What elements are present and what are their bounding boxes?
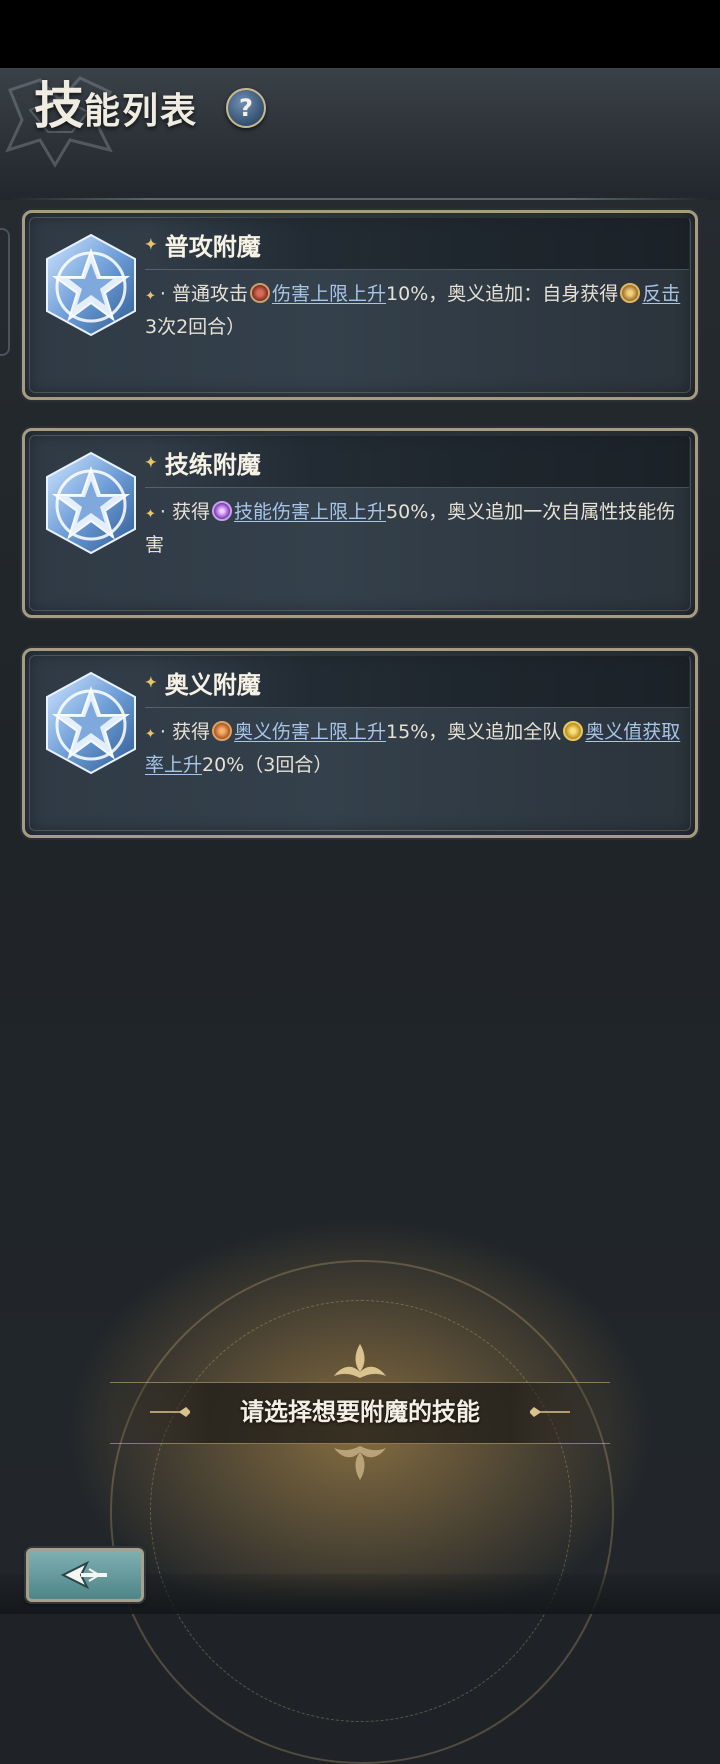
- counter-icon: [620, 283, 641, 303]
- status-bar: [0, 0, 720, 68]
- help-button[interactable]: ?: [226, 88, 266, 128]
- page-title: 技 能列表: [34, 74, 198, 134]
- page-title-first: 技: [34, 76, 84, 135]
- skill-title: ✦ 奥义附魔: [145, 665, 261, 700]
- sparkle-icon: ✦: [145, 454, 157, 471]
- fleur-ornament-icon: [334, 1344, 386, 1378]
- desc-text: 3次2回合）: [145, 316, 246, 338]
- skill-card-skill-training[interactable]: ✦ 技练附魔 ✦ · 获得 技能伤害上限上升50%，奥义追加一次自属性技能伤害: [22, 428, 698, 618]
- skill-description: ✦ · 普通攻击 伤害上限上升10%，奥义追加：自身获得 反击 3次2回合）: [145, 279, 681, 342]
- sparkle-icon: ✦: [145, 289, 156, 304]
- skill-damage-icon: [212, 501, 232, 521]
- desc-text: 15%，奥义追加全队: [386, 721, 562, 743]
- sparkle-icon: ✦: [145, 507, 156, 522]
- sparkle-icon: ✦: [145, 727, 156, 742]
- back-arrow-icon: [60, 1560, 107, 1590]
- star-crest-icon: [46, 451, 136, 555]
- skill-title: ✦ 技练附魔: [145, 445, 261, 480]
- skill-card-normal-attack[interactable]: ✦ 普攻附魔 ✦ · 普通攻击 伤害上限上升10%，奥义追加：自身获得 反击3次2回合…: [22, 210, 698, 400]
- skill-name: 奥义附魔: [164, 670, 261, 699]
- keyword-link[interactable]: 反击: [642, 283, 680, 305]
- keyword-link[interactable]: 伤害上限上升: [272, 283, 386, 305]
- desc-text: · 获得: [159, 721, 210, 743]
- sparkle-icon: ✦: [145, 236, 157, 253]
- skill-description: ✦ · 获得 奥义伤害上限上升15%，奥义追加全队 奥义值获取率上升20%（3回合）: [145, 717, 681, 780]
- page-title-rest: 能列表: [84, 90, 199, 132]
- desc-text: · 普通攻击: [159, 283, 248, 305]
- skill-card-ougi[interactable]: ✦ 奥义附魔 ✦ · 获得 奥义伤害上限上升15%，奥义追加全队 奥义值获取率上升20…: [22, 648, 698, 838]
- skill-name: 普攻附魔: [164, 232, 261, 261]
- ougi-gauge-icon: [563, 721, 584, 741]
- back-button[interactable]: [26, 1548, 144, 1602]
- skill-description: ✦ · 获得 技能伤害上限上升50%，奥义追加一次自属性技能伤害: [145, 497, 681, 560]
- sparkle-icon: ✦: [145, 674, 157, 691]
- keyword-link[interactable]: 技能伤害上限上升: [234, 501, 386, 523]
- select-skill-prompt: 请选择想要附魔的技能: [240, 1397, 480, 1426]
- question-mark-icon: ?: [239, 94, 253, 122]
- damage-cap-icon: [250, 283, 270, 303]
- side-tab: [0, 228, 10, 356]
- star-crest-icon: [46, 671, 136, 775]
- ougi-damage-icon: [212, 721, 232, 741]
- skill-name: 技练附魔: [164, 450, 261, 479]
- star-crest-icon: [46, 233, 136, 337]
- skill-title: ✦ 普攻附魔: [145, 227, 261, 262]
- keyword-link[interactable]: 奥义伤害上限上升: [234, 721, 386, 743]
- fleur-ornament-icon: [334, 1446, 386, 1480]
- desc-text: 10%，奥义追加：自身获得: [386, 283, 619, 305]
- desc-text: · 获得: [159, 501, 210, 523]
- desc-text: 20%（3回合）: [202, 754, 333, 776]
